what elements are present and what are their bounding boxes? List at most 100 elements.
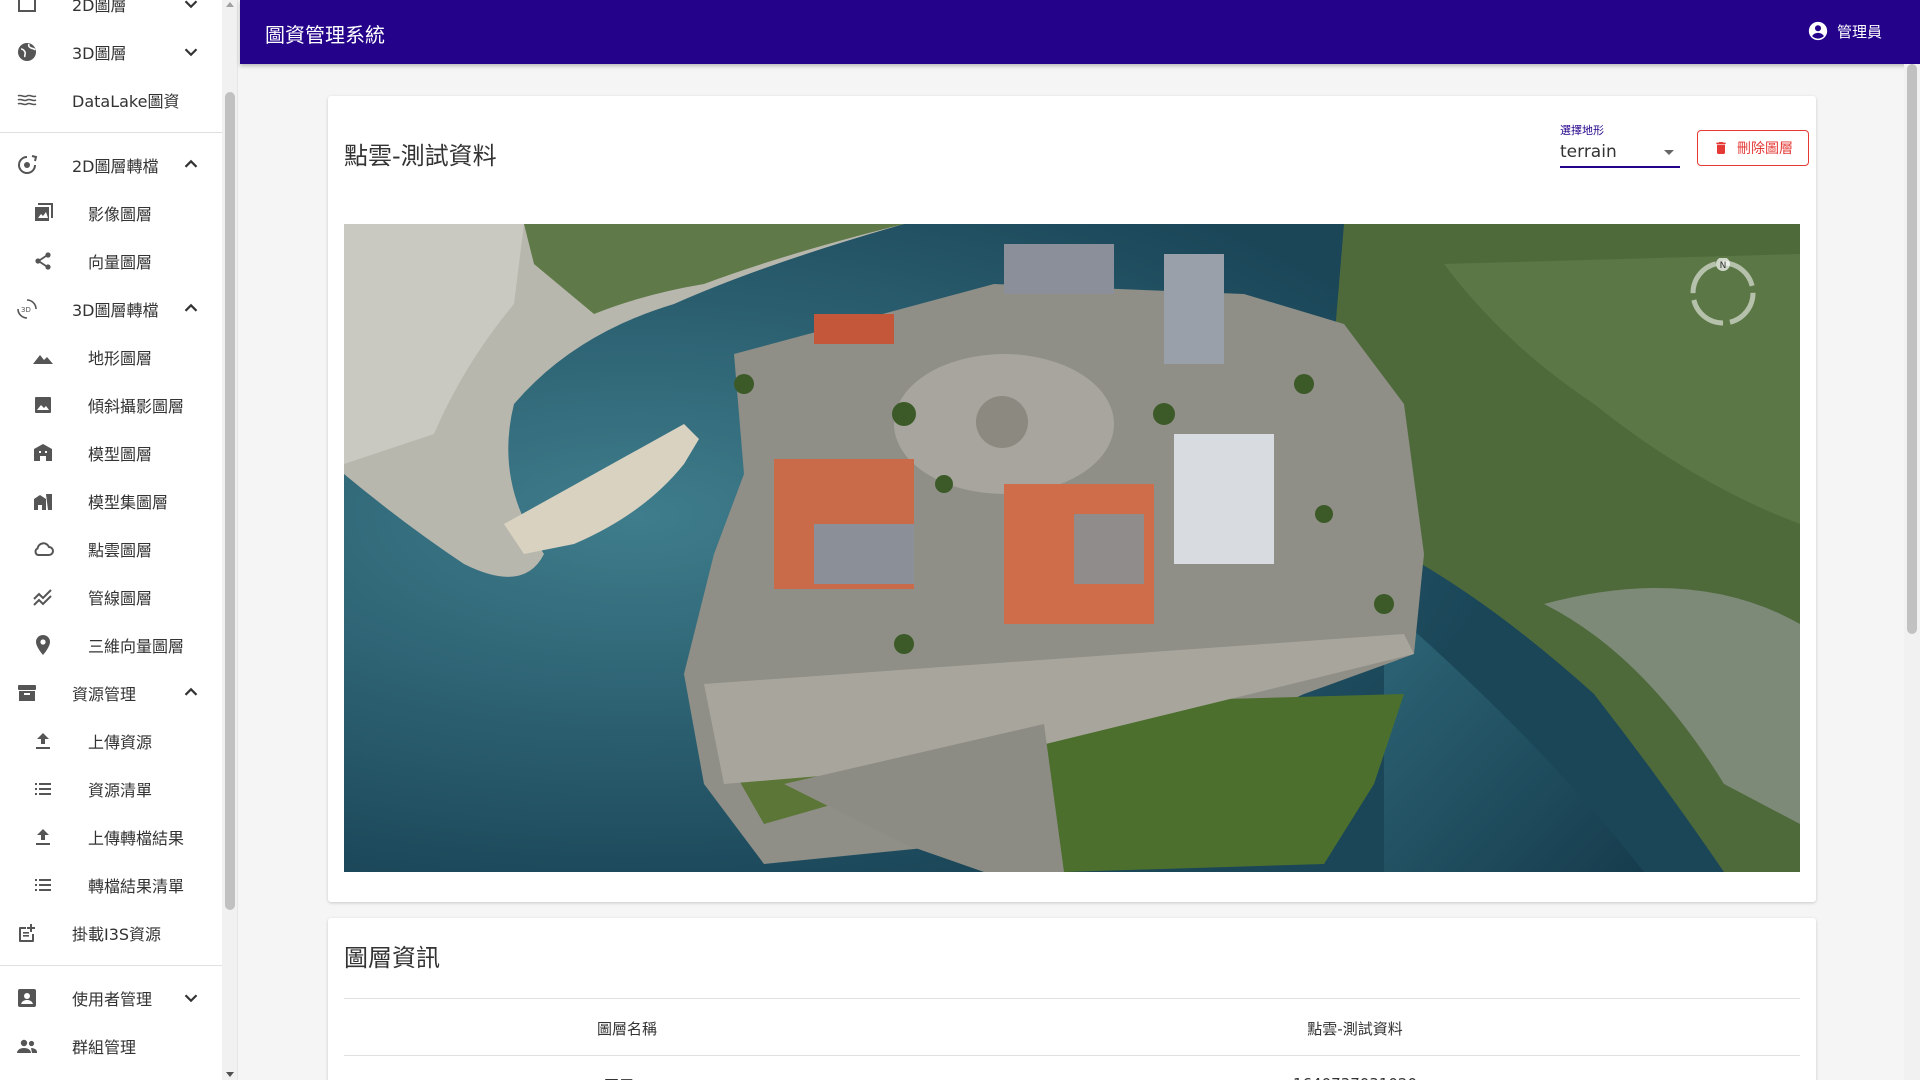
layer-info-table: 圖層名稱 點雲-測試資料 圖層ID 1640737031020 [344,998,1800,1080]
terrain-select[interactable]: 選擇地形 terrain [1560,122,1680,168]
terrain-icon [30,344,56,370]
sidebar-item-label: 轉檔結果清單 [88,877,185,896]
group-icon [14,1033,40,1059]
sidebar-item[interactable]: DataLake圖資 [0,76,222,124]
sidebar-item-label: 模型集圖層 [88,493,169,512]
sidebar-nav: 2D圖層 3D圖層 DataLake圖資 2D圖層轉檔影像圖層向量圖層 3D 3D圖層轉檔… [0,0,222,1070]
photo-icon [30,392,56,418]
sidebar-item[interactable]: 影像圖層 [0,189,222,237]
image-icon [30,200,56,226]
sidebar-divider [0,132,222,133]
table-row: 圖層名稱 點雲-測試資料 [344,999,1800,1056]
sidebar-item-label: 向量圖層 [88,253,153,272]
sidebar-item[interactable]: 轉檔結果清單 [0,861,222,909]
layer-info-card: 圖層資訊 圖層名稱 點雲-測試資料 圖層ID 1640737031020 [328,918,1816,1080]
sidebar-item[interactable]: 上傳資源 [0,717,222,765]
chevron-up-icon[interactable] [180,154,202,176]
list-icon [30,776,56,802]
sidebar-item-label: 3D圖層 [72,44,127,63]
user-label: 管理員 [1836,22,1882,41]
sidebar-item[interactable]: 模型集圖層 [0,477,222,525]
sidebar-item[interactable]: 模型圖層 [0,429,222,477]
sidebar-item-label: 2D圖層轉檔 [72,157,159,176]
sidebar-item[interactable]: 傾斜攝影圖層 [0,381,222,429]
sidebar-item[interactable]: 使用者管理 [0,974,222,1022]
sidebar-item[interactable]: 2D圖層 [0,0,222,28]
account-circle-icon [1807,20,1829,42]
dropdown-arrow-icon [1664,150,1674,155]
sidebar-item[interactable]: 管線圖層 [0,573,222,621]
sidebar-item-label: 影像圖層 [88,205,153,224]
globe-icon [14,39,40,65]
app-header: 圖資管理系統 管理員 [240,0,1920,64]
sidebar-item-label: 三維向量圖層 [88,637,185,656]
delete-layer-button[interactable]: 刪除圖層 [1697,130,1809,166]
point-cloud-render [344,224,1800,872]
sidebar-divider [0,965,222,966]
chevron-up-icon[interactable] [180,682,202,704]
sidebar-item[interactable]: 點雲圖層 [0,525,222,573]
main-scrollbar[interactable] [1904,64,1920,1080]
layer-title: 點雲-測試資料 [344,142,497,170]
user-menu[interactable]: 管理員 [1807,20,1882,42]
main-scroll-thumb[interactable] [1907,64,1917,634]
sidebar-item-label: 群組管理 [72,1038,137,1057]
sidebar-item[interactable]: 3D圖層 [0,28,222,76]
sidebar-scrollbar[interactable] [222,0,237,1080]
sidebar-item-label: 資源管理 [72,685,137,704]
info-key: 圖層ID [344,1075,910,1080]
table-row: 圖層ID 1640737031020 [344,1056,1800,1080]
sidebar-item[interactable]: 上傳轉檔結果 [0,813,222,861]
sidebar-item-label: 點雲圖層 [88,541,153,560]
delete-layer-label: 刪除圖層 [1737,141,1793,157]
scroll-down-icon[interactable] [226,1072,234,1077]
sidebar-item[interactable]: 向量圖層 [0,237,222,285]
sidebar-item-label: 資源清單 [88,781,153,800]
info-value: 1640737031020 [910,1075,1800,1080]
terrain-select-caption: 選擇地形 [1560,124,1604,137]
post-add-icon [14,920,40,946]
sidebar: 2D圖層 3D圖層 DataLake圖資 2D圖層轉檔影像圖層向量圖層 3D 3D圖層轉檔… [0,0,238,1080]
chevron-up-icon[interactable] [180,298,202,320]
svg-text:3D: 3D [21,306,31,314]
sidebar-item[interactable]: 三維向量圖層 [0,621,222,669]
sidebar-item[interactable]: 資源管理 [0,669,222,717]
city-icon [30,488,56,514]
sidebar-scroll-thumb[interactable] [225,92,235,910]
sidebar-item[interactable]: 掛載I3S資源 [0,909,222,957]
sidebar-item-label: 傾斜攝影圖層 [88,397,185,416]
upload-icon [30,824,56,850]
chevron-down-icon[interactable] [180,41,202,63]
terrain-select-underline [1560,166,1680,168]
sidebar-item-label: 3D圖層轉檔 [72,301,159,320]
sidebar-item-label: 2D圖層 [72,0,127,15]
sidebar-item-label: 模型圖層 [88,445,153,464]
info-value: 點雲-測試資料 [1307,1020,1403,1038]
sidebar-item-label: DataLake圖資 [72,92,180,111]
sidebar-item[interactable]: 資源清單 [0,765,222,813]
sidebar-item-label: 掛載I3S資源 [72,925,162,944]
sidebar-item[interactable]: 群組管理 [0,1022,222,1070]
list-icon [30,872,56,898]
account-box-icon [14,985,40,1011]
sidebar-item-label: 使用者管理 [72,990,153,1009]
compass-icon[interactable]: N [1688,257,1758,328]
sidebar-item-label: 上傳轉檔結果 [88,829,185,848]
scroll-up-icon[interactable] [226,2,234,7]
share-icon [30,248,56,274]
info-key: 圖層名稱 [596,1020,657,1038]
sidebar-item-label: 地形圖層 [88,349,153,368]
sidebar-item[interactable]: 地形圖層 [0,333,222,381]
3d-map-viewer[interactable]: N [344,224,1800,872]
pipeline-icon [30,584,56,610]
chevron-down-icon[interactable] [180,0,202,15]
chevron-down-icon[interactable] [180,987,202,1009]
terrain-select-value: terrain [1560,142,1617,162]
trash-icon [1713,140,1729,156]
sidebar-item[interactable]: 2D圖層轉檔 [0,141,222,189]
convert-icon [14,152,40,178]
layer-preview-card: 點雲-測試資料 選擇地形 terrain 刪除圖層 N [328,96,1816,902]
sidebar-item[interactable]: 3D 3D圖層轉檔 [0,285,222,333]
map-icon [14,0,40,17]
layer-info-title: 圖層資訊 [344,944,440,972]
